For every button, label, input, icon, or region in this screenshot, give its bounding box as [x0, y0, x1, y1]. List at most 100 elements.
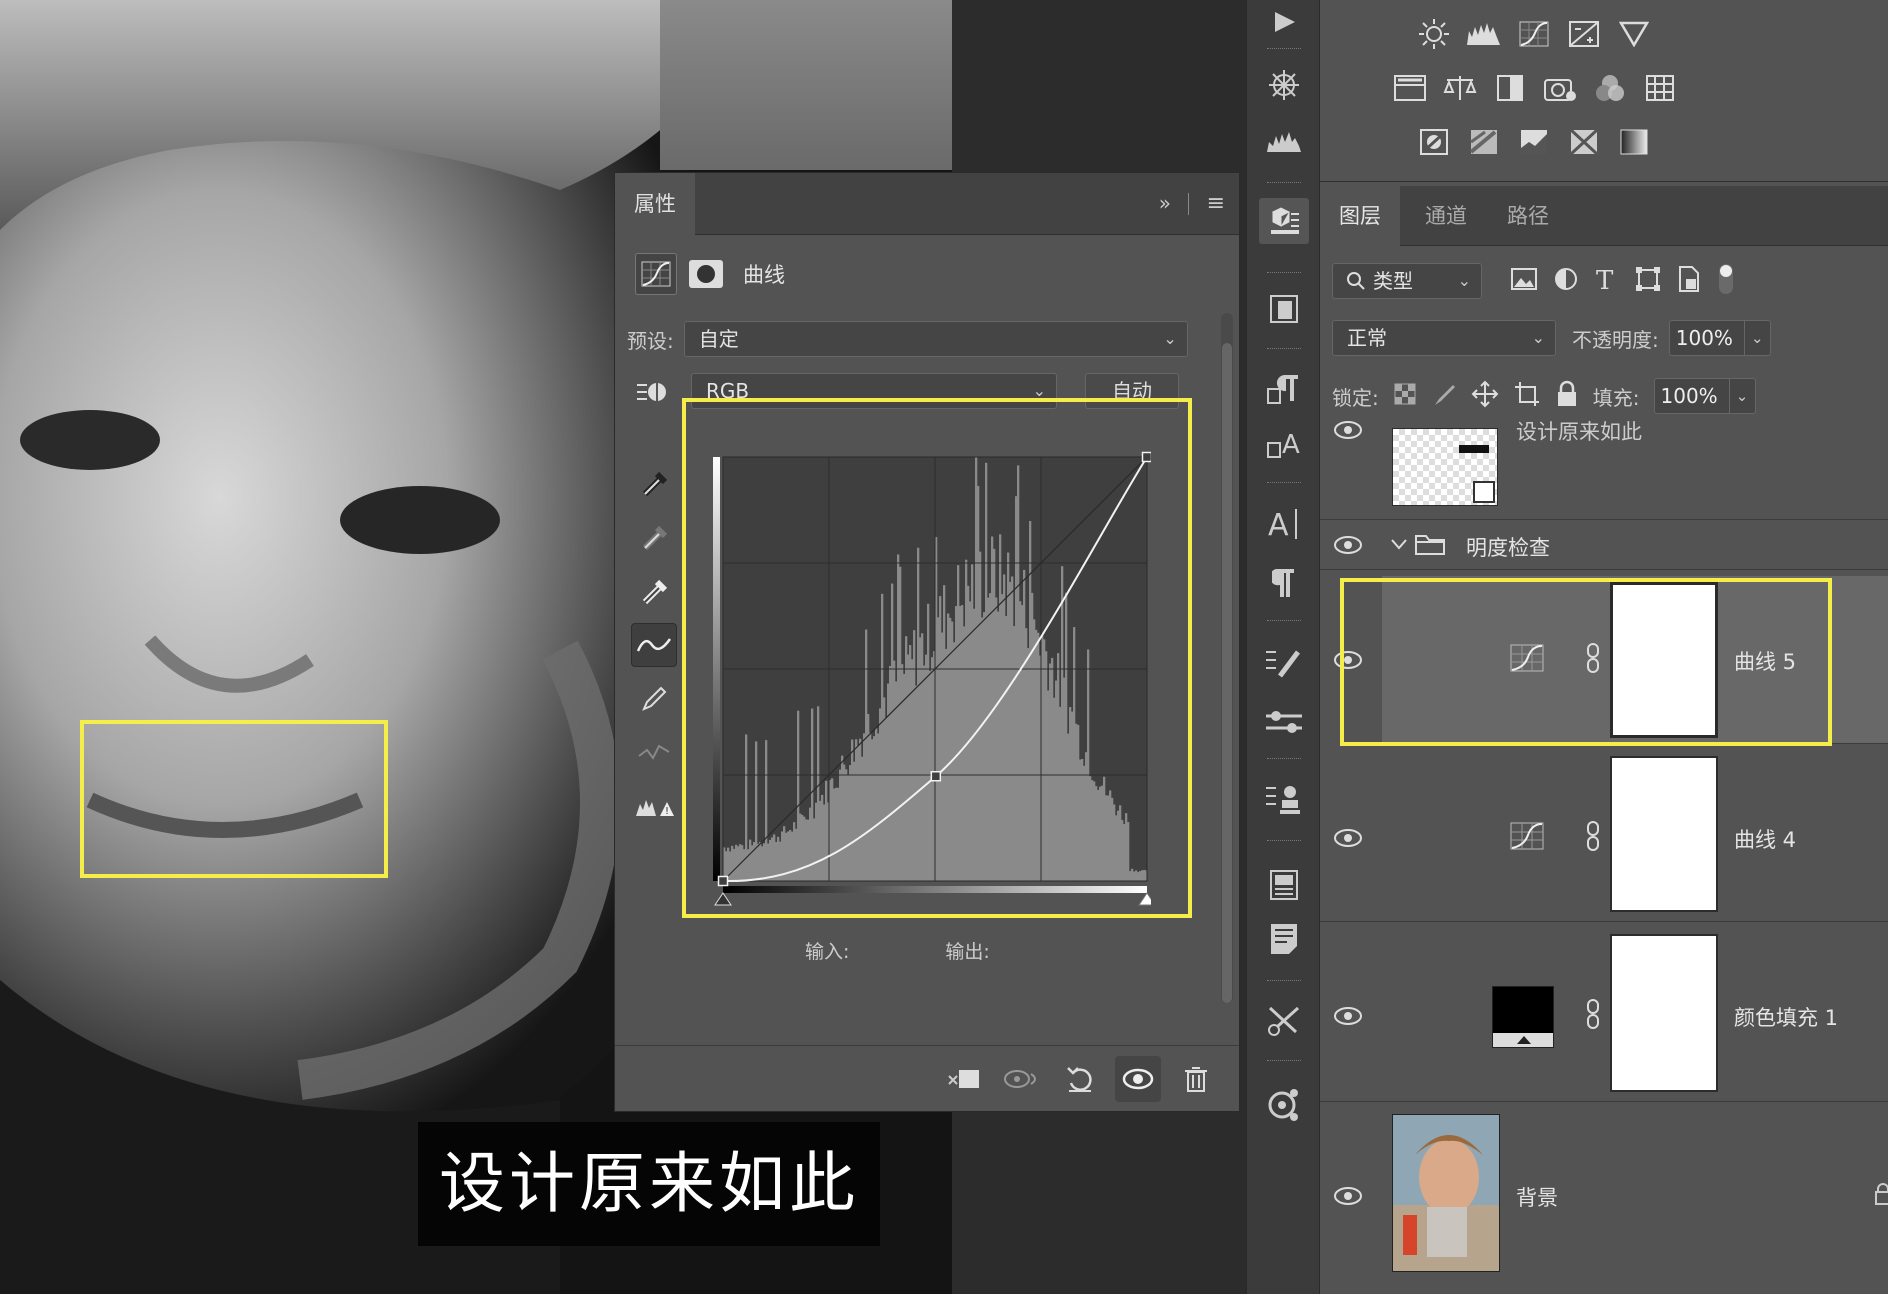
lock-pixels-icon[interactable] [1431, 381, 1457, 412]
eyedropper-white-icon[interactable] [631, 569, 677, 613]
color-balance-icon[interactable] [1442, 70, 1478, 106]
filter-adjustment-icon[interactable] [1552, 265, 1580, 297]
filter-shape-icon[interactable] [1634, 265, 1662, 297]
panel-menu-icon[interactable]: ≡ [1207, 191, 1225, 216]
pencil-icon[interactable] [631, 677, 677, 721]
tab-paths[interactable]: 路径 [1486, 186, 1570, 246]
eye-icon[interactable] [1332, 533, 1364, 557]
character-style-icon[interactable]: A [1259, 420, 1309, 466]
libraries-icon[interactable] [1259, 286, 1309, 332]
layer-row[interactable]: 曲线 4 [1320, 746, 1888, 922]
black-white-icon[interactable] [1492, 70, 1528, 106]
properties-strip-icon[interactable] [1259, 198, 1309, 244]
target-adjust-icon[interactable] [635, 377, 675, 411]
layer-name: 曲线 4 [1734, 828, 1797, 852]
highlight-curve-graph [682, 398, 1192, 918]
clip-to-layer-icon[interactable] [941, 1056, 987, 1102]
info-panel-icon[interactable] [1259, 916, 1309, 962]
layer-row[interactable]: 颜色填充 1 [1320, 924, 1888, 1102]
folder-icon [1414, 532, 1446, 560]
lock-label: 锁定: [1332, 385, 1379, 410]
smooth-curve-icon[interactable] [631, 731, 677, 775]
paragraph-style-icon[interactable] [1259, 366, 1309, 412]
properties-footer [615, 1045, 1239, 1111]
eye-icon[interactable] [1332, 826, 1364, 850]
fill-chevron-icon[interactable]: ⌄ [1729, 378, 1756, 414]
layer-group-row[interactable]: 明度检查 [1320, 520, 1888, 570]
curve-tools: ! [629, 423, 679, 829]
tab-properties[interactable]: 属性 [615, 173, 695, 235]
layer-name: 背景 [1516, 1186, 1558, 1210]
link-icon[interactable] [1584, 998, 1602, 1034]
tab-layers[interactable]: 图层 [1320, 186, 1400, 246]
posterize-icon[interactable] [1466, 124, 1502, 160]
scrollbar-thumb[interactable] [1222, 343, 1232, 1003]
mask-icon[interactable] [689, 260, 723, 288]
view-previous-state-icon[interactable] [999, 1056, 1045, 1102]
play-icon[interactable] [1259, 0, 1309, 46]
lock-all-icon[interactable] [1555, 380, 1579, 413]
trash-icon[interactable] [1173, 1056, 1219, 1102]
paragraph-icon[interactable] [1259, 560, 1309, 606]
curves-icon[interactable] [1516, 16, 1552, 52]
photo-filter-icon[interactable] [1542, 70, 1578, 106]
tab-channels[interactable]: 通道 [1406, 186, 1486, 246]
eye-icon[interactable] [1332, 418, 1364, 442]
chevron-down-icon[interactable] [1390, 534, 1408, 558]
selective-color-icon[interactable] [1566, 124, 1602, 160]
properties-scrollbar[interactable] [1221, 313, 1233, 1003]
filter-type-icon[interactable]: T [1594, 265, 1620, 297]
lock-position-icon[interactable] [1471, 380, 1499, 413]
scissors-icon[interactable] [1259, 998, 1309, 1044]
collapse-icon[interactable]: » [1159, 191, 1171, 215]
layer-row[interactable]: 设计原来如此 [1320, 420, 1888, 520]
exposure-icon[interactable] [1566, 16, 1602, 52]
clipping-warning-icon[interactable]: ! [631, 785, 677, 829]
share-icon[interactable] [1259, 1082, 1309, 1128]
vibrance-icon[interactable] [1616, 16, 1652, 52]
smart-object-badge-icon [1473, 481, 1495, 503]
tool-presets-icon[interactable] [1259, 698, 1309, 744]
fill-input[interactable]: 100% [1653, 378, 1730, 414]
threshold-icon[interactable] [1516, 124, 1552, 160]
filter-kind-dropdown[interactable]: 类型 ⌄ [1332, 263, 1482, 299]
layer-row[interactable]: 背景 [1320, 1104, 1888, 1294]
preset-row: 预设: 自定 ⌄ [627, 321, 1188, 357]
histogram-icon[interactable] [1259, 118, 1309, 164]
levels-icon[interactable] [1466, 16, 1502, 52]
color-lookup-icon[interactable] [1642, 70, 1678, 106]
caption-text: 设计原来如此 [418, 1122, 880, 1246]
invert-icon[interactable] [1416, 124, 1452, 160]
opacity-input[interactable]: 100% [1668, 320, 1745, 356]
eyedropper-gray-icon[interactable] [631, 515, 677, 559]
link-icon[interactable] [1584, 820, 1602, 856]
brush-settings-icon[interactable] [1259, 640, 1309, 686]
filter-pixel-icon[interactable] [1510, 266, 1538, 296]
fill-color-swatch[interactable] [1492, 986, 1554, 1048]
panel-icon-strip: A A [1246, 0, 1320, 1294]
clone-source-icon[interactable] [1259, 776, 1309, 822]
layer-mask-thumbnail[interactable] [1610, 756, 1718, 912]
opacity-chevron-icon[interactable]: ⌄ [1744, 320, 1771, 356]
character-icon[interactable]: A [1259, 500, 1309, 546]
eye-icon[interactable] [1332, 1184, 1364, 1208]
brightness-contrast-icon[interactable] [1416, 16, 1452, 52]
curves-adjustment-icon[interactable] [635, 253, 677, 295]
blend-mode-dropdown[interactable]: 正常 ⌄ [1332, 320, 1556, 356]
layer-mask-thumbnail[interactable] [1610, 934, 1718, 1092]
gradient-map-icon[interactable] [1616, 124, 1652, 160]
channel-mixer-icon[interactable] [1592, 70, 1628, 106]
preset-dropdown[interactable]: 自定 ⌄ [683, 321, 1188, 357]
visibility-eye-icon[interactable] [1115, 1056, 1161, 1102]
lock-artboard-icon[interactable] [1513, 380, 1541, 413]
eye-icon[interactable] [1332, 1004, 1364, 1028]
wheel-icon[interactable] [1259, 62, 1309, 108]
filter-smart-object-icon[interactable] [1676, 265, 1702, 297]
hue-saturation-icon[interactable] [1392, 70, 1428, 106]
reset-icon[interactable] [1057, 1056, 1103, 1102]
curve-point-tool-icon[interactable] [631, 623, 677, 667]
eyedropper-black-icon[interactable] [631, 461, 677, 505]
lock-transparency-icon[interactable] [1393, 382, 1417, 411]
notes-icon[interactable] [1259, 862, 1309, 908]
filter-toggle-icon[interactable] [1716, 262, 1736, 300]
